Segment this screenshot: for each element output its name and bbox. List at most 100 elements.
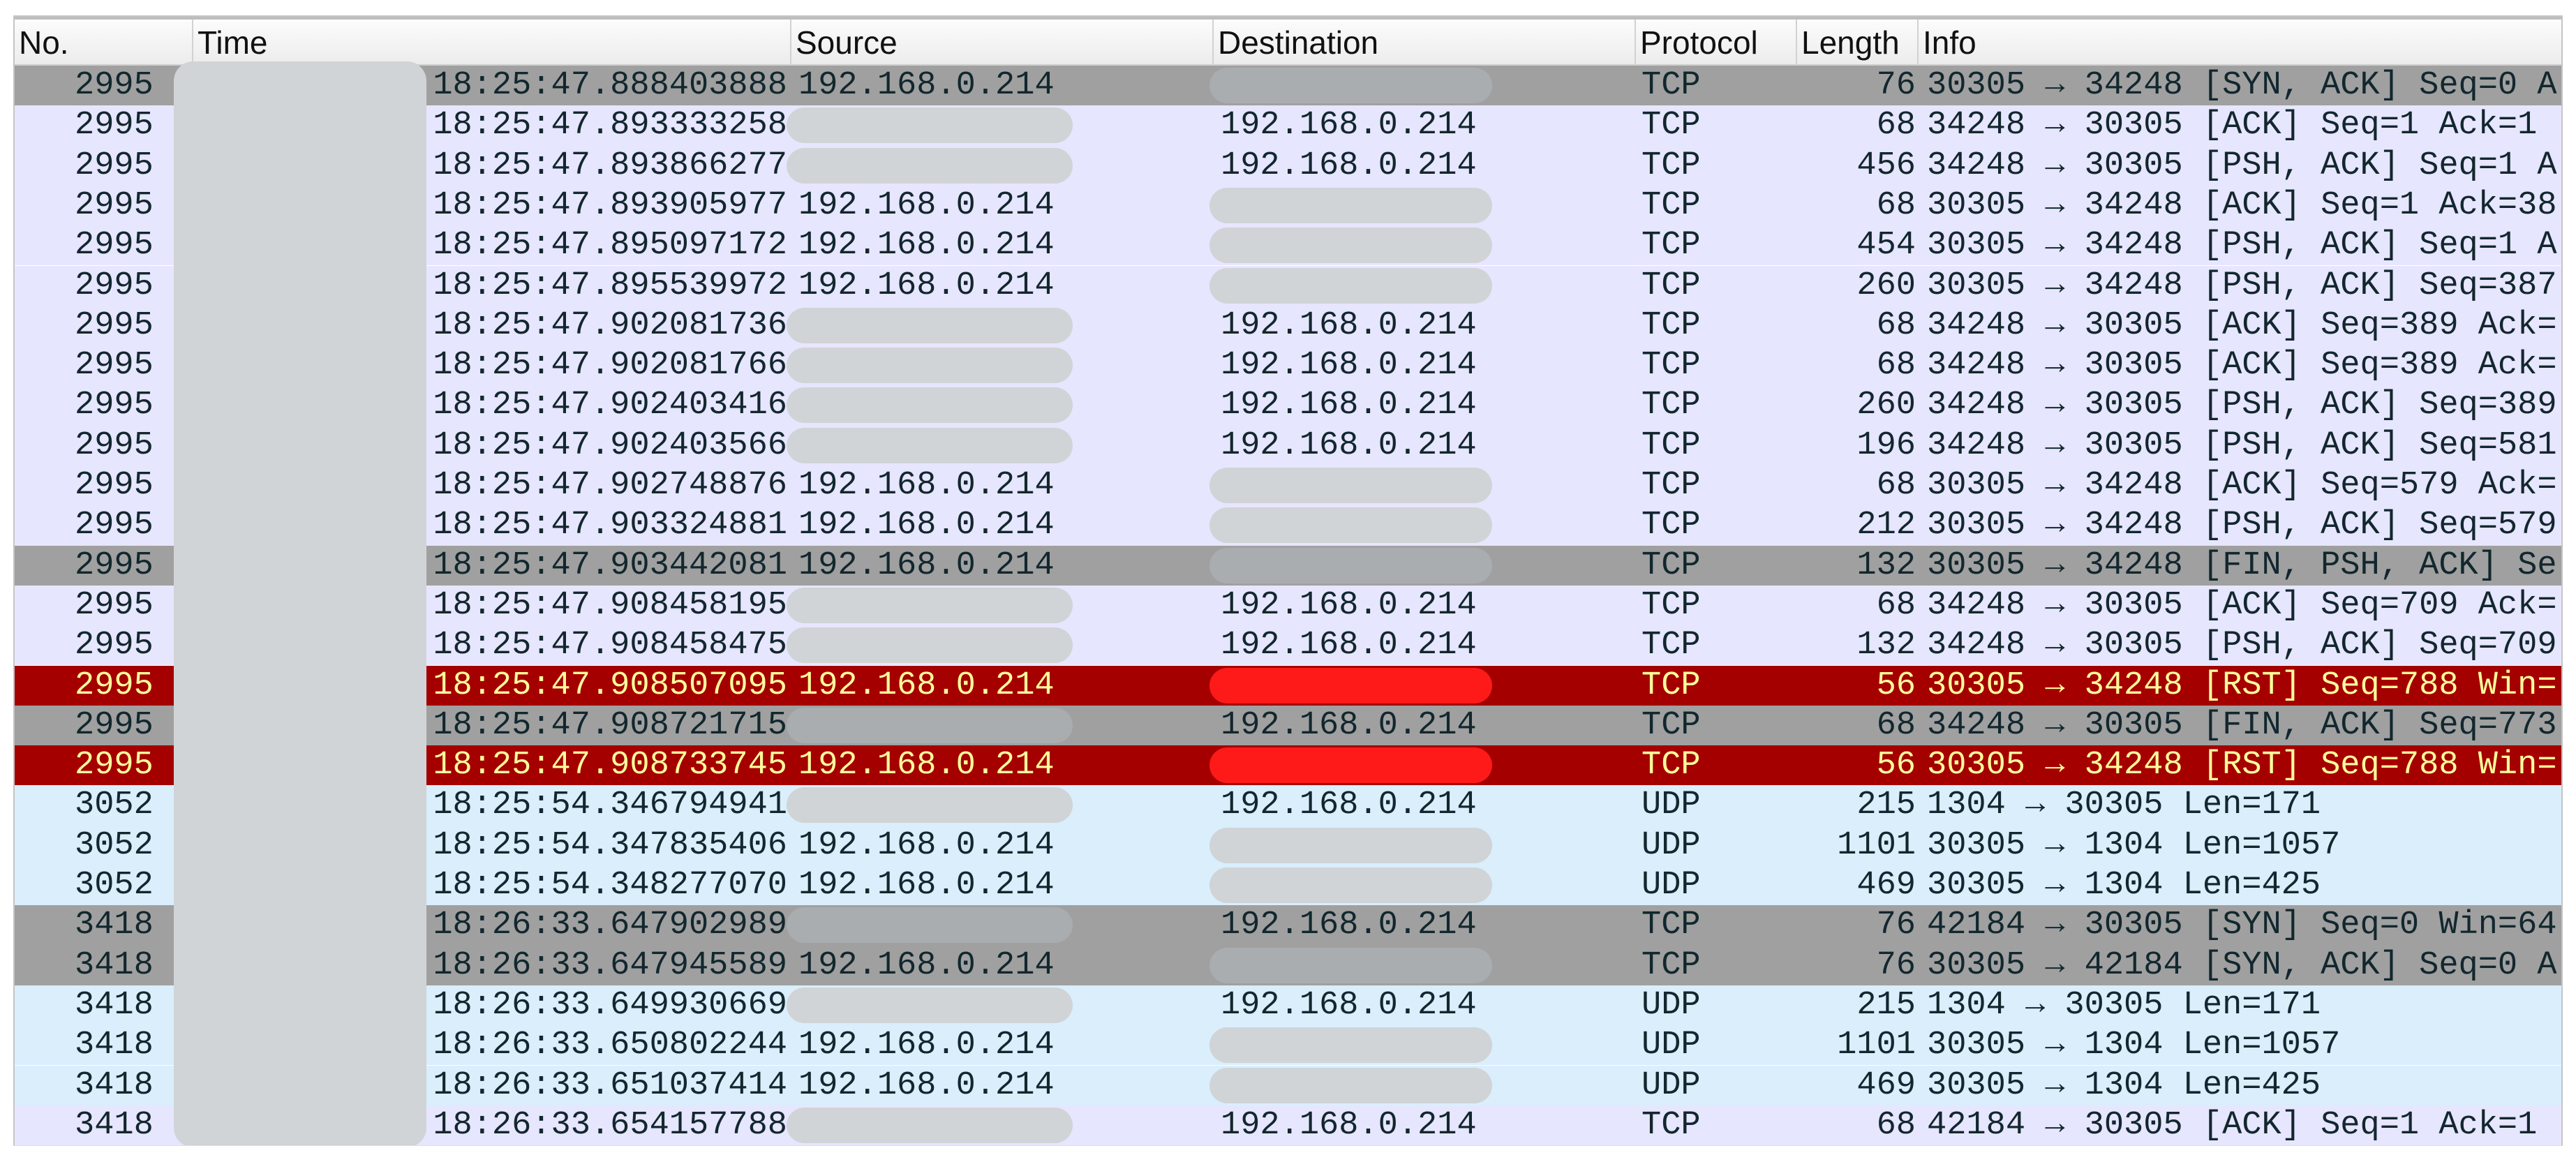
cell-protocol: TCP [1641,747,1701,784]
cell-length: 215 [1856,787,1916,824]
column-header-protocol[interactable]: Protocol [1636,20,1797,66]
packet-list: No. Time Source Destination Protocol Len… [13,15,2563,1146]
column-header-source[interactable]: Source [791,20,1214,66]
cell-destination: 192.168.0.214 [1221,1106,1477,1144]
cell-length: 56 [1876,747,1916,784]
cell-info: 30305 → 1304 Len=425 [1927,867,2321,904]
cell-length: 68 [1876,347,1916,385]
cell-length: 456 [1856,147,1916,184]
cell-source: 192.168.0.214 [798,227,1055,265]
cell-info: 34248 → 30305 [ACK] Seq=1 Ack=1 [1927,107,2538,144]
cell-protocol: TCP [1641,706,1701,744]
cell-protocol: TCP [1641,507,1701,544]
cell-length: 212 [1856,507,1916,544]
cell-source: 192.168.0.214 [798,67,1055,104]
cell-info: 42184 → 30305 [ACK] Seq=1 Ack=1 [1927,1106,2538,1144]
redaction-block [1209,228,1492,264]
redaction-block [787,348,1073,384]
column-header-no[interactable]: No. [15,20,193,66]
cell-no: 3418 [75,986,154,1024]
cell-length: 68 [1876,586,1916,624]
redaction-block [787,427,1073,463]
column-header-time[interactable]: Time [193,20,791,66]
cell-protocol: UDP [1641,1027,1701,1064]
cell-destination: 192.168.0.214 [1221,706,1477,744]
column-header-length[interactable]: Length [1797,20,1919,66]
cell-no: 3418 [75,946,154,984]
cell-no: 3052 [75,867,154,904]
cell-length: 76 [1876,907,1916,944]
redaction-block [1209,267,1492,304]
cell-info: 34248 → 30305 [ACK] Seq=389 Ack= [1927,306,2557,344]
cell-protocol: TCP [1641,907,1701,944]
cell-no: 2995 [75,706,154,744]
cell-info: 34248 → 30305 [ACK] Seq=709 Ack= [1927,586,2557,624]
column-header-info[interactable]: Info [1919,20,2561,66]
cell-destination: 192.168.0.214 [1221,306,1477,344]
redaction-block [787,387,1073,424]
cell-info: 30305 → 34248 [ACK] Seq=579 Ack= [1927,467,2557,504]
redaction-block [787,147,1073,184]
cell-length: 1101 [1837,1027,1916,1064]
cell-no: 2995 [75,306,154,344]
cell-protocol: TCP [1641,627,1701,664]
column-header-destination[interactable]: Destination [1214,20,1636,66]
cell-no: 2995 [75,147,154,184]
cell-info: 1304 → 30305 Len=171 [1927,787,2321,824]
cell-info: 30305 → 1304 Len=1057 [1927,1027,2341,1064]
cell-no: 2995 [75,586,154,624]
cell-length: 196 [1856,426,1916,464]
redaction-block [1209,68,1492,103]
cell-source: 192.168.0.214 [798,826,1055,864]
cell-info: 1304 → 30305 Len=171 [1927,986,2321,1024]
cell-protocol: TCP [1641,227,1701,265]
cell-length: 132 [1856,627,1916,664]
redaction-block [1209,827,1492,863]
redaction-block [787,307,1073,343]
redaction-block [1209,547,1492,583]
cell-length: 76 [1876,67,1916,104]
cell-destination: 192.168.0.214 [1221,347,1477,385]
cell-length: 68 [1876,1106,1916,1144]
cell-protocol: TCP [1641,67,1701,104]
redaction-block [787,1107,1073,1143]
cell-no: 2995 [75,387,154,424]
cell-info: 34248 → 30305 [FIN, ACK] Seq=773 [1927,706,2557,744]
cell-no: 2995 [75,426,154,464]
cell-source: 192.168.0.214 [798,1027,1055,1064]
cell-protocol: TCP [1641,267,1701,304]
redaction-block [1209,507,1492,544]
cell-length: 68 [1876,186,1916,224]
cell-protocol: UDP [1641,787,1701,824]
cell-info: 30305 → 34248 [RST] Seq=788 Win= [1927,747,2557,784]
cell-destination: 192.168.0.214 [1221,907,1477,944]
redaction-block [1209,1027,1492,1064]
redaction-block [174,61,426,1145]
cell-no: 3052 [75,826,154,864]
cell-source: 192.168.0.214 [798,546,1055,584]
cell-no: 3418 [75,1106,154,1144]
redaction-block [1209,187,1492,223]
cell-info: 30305 → 1304 Len=425 [1927,1066,2321,1104]
redaction-block [787,987,1073,1023]
cell-info: 30305 → 34248 [FIN, PSH, ACK] Se [1927,546,2557,584]
cell-destination: 192.168.0.214 [1221,627,1477,664]
cell-info: 34248 → 30305 [PSH, ACK] Seq=709 [1927,627,2557,664]
redaction-block [787,787,1073,824]
cell-destination: 192.168.0.214 [1221,426,1477,464]
redaction-block [1209,667,1492,703]
cell-length: 132 [1856,546,1916,584]
cell-info: 30305 → 34248 [PSH, ACK] Seq=1 A [1927,227,2557,265]
cell-info: 30305 → 34248 [ACK] Seq=1 Ack=38 [1927,186,2557,224]
cell-info: 30305 → 34248 [RST] Seq=788 Win= [1927,666,2557,704]
cell-destination: 192.168.0.214 [1221,787,1477,824]
redaction-block [1209,1067,1492,1103]
cell-protocol: TCP [1641,107,1701,144]
cell-no: 2995 [75,347,154,385]
cell-source: 192.168.0.214 [798,467,1055,504]
redaction-block [1209,867,1492,903]
cell-no: 2995 [75,507,154,544]
cell-source: 192.168.0.214 [798,867,1055,904]
cell-info: 42184 → 30305 [SYN] Seq=0 Win=64 [1927,907,2557,944]
cell-length: 68 [1876,107,1916,144]
